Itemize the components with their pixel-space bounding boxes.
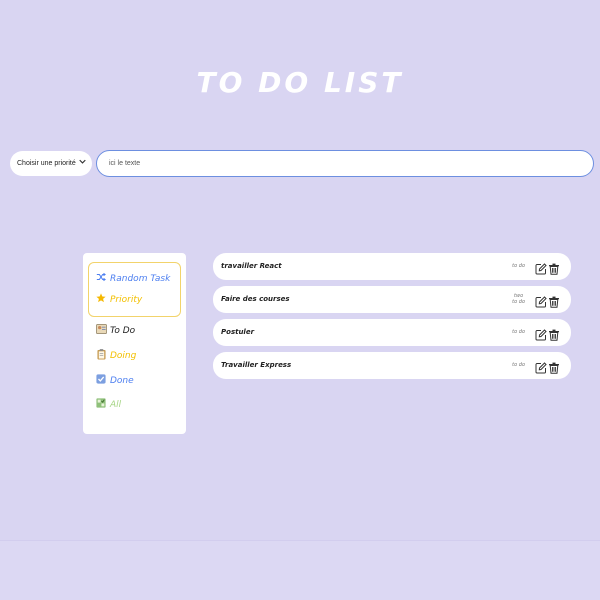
sidebar-item-label: To Do	[110, 325, 136, 336]
sidebar-item-all[interactable]: All	[95, 398, 121, 411]
chevron-down-icon	[79, 158, 86, 167]
task-name: travailler React	[221, 262, 282, 270]
checkbox-icon	[95, 374, 107, 387]
task-name: Postuler	[221, 328, 255, 336]
task-status: to do	[512, 263, 525, 269]
task-name: Faire des courses	[221, 295, 290, 303]
edit-icon[interactable]	[535, 326, 547, 341]
sidebar-item-label: Done	[110, 375, 134, 386]
sidebar-item-done[interactable]: Done	[95, 374, 134, 387]
sidebar-item-label: Random Task	[110, 273, 171, 284]
task-item[interactable]: Travailler Express to do	[213, 352, 571, 379]
trash-icon[interactable]	[548, 359, 560, 374]
shuffle-icon	[95, 272, 107, 285]
trash-icon[interactable]	[548, 260, 560, 275]
page-footer-band	[0, 540, 600, 600]
sidebar-item-to-do[interactable]: To Do	[95, 324, 135, 337]
clipboard-icon	[95, 349, 107, 363]
task-status-line: to do	[512, 299, 525, 305]
task-item[interactable]: Postuler to do	[213, 319, 571, 346]
task-status: two to do	[512, 293, 525, 305]
edit-icon[interactable]	[535, 293, 547, 308]
task-item[interactable]: Faire des courses two to do	[213, 286, 571, 313]
all-icon	[95, 398, 107, 411]
task-name: Travailler Express	[221, 361, 292, 369]
sidebar-item-priority[interactable]: Priority	[95, 293, 142, 306]
edit-icon[interactable]	[535, 260, 547, 275]
sidebar-item-doing[interactable]: Doing	[95, 349, 136, 363]
edit-icon[interactable]	[535, 359, 547, 374]
sidebar-highlight-box	[88, 262, 181, 317]
trash-icon[interactable]	[548, 326, 560, 341]
task-item[interactable]: travailler React to do	[213, 253, 571, 280]
sidebar: Random Task Priority To Do Doing Done Al…	[83, 253, 186, 434]
sidebar-item-label: All	[110, 399, 122, 410]
priority-select-value: Choisir une priorité	[17, 160, 76, 167]
sidebar-item-random-task[interactable]: Random Task	[95, 272, 170, 285]
star-icon	[95, 293, 107, 306]
sidebar-item-label: Priority	[110, 294, 143, 305]
priority-select[interactable]: Choisir une priorité	[10, 151, 92, 176]
task-status: to do	[512, 329, 525, 335]
todo-icon	[95, 324, 107, 337]
task-input[interactable]: ici le texte	[96, 150, 594, 177]
task-status: to do	[512, 362, 525, 368]
trash-icon[interactable]	[548, 293, 560, 308]
page-title: TO DO LIST	[196, 66, 404, 99]
sidebar-item-label: Doing	[110, 351, 137, 361]
task-input-placeholder: ici le texte	[109, 160, 141, 167]
